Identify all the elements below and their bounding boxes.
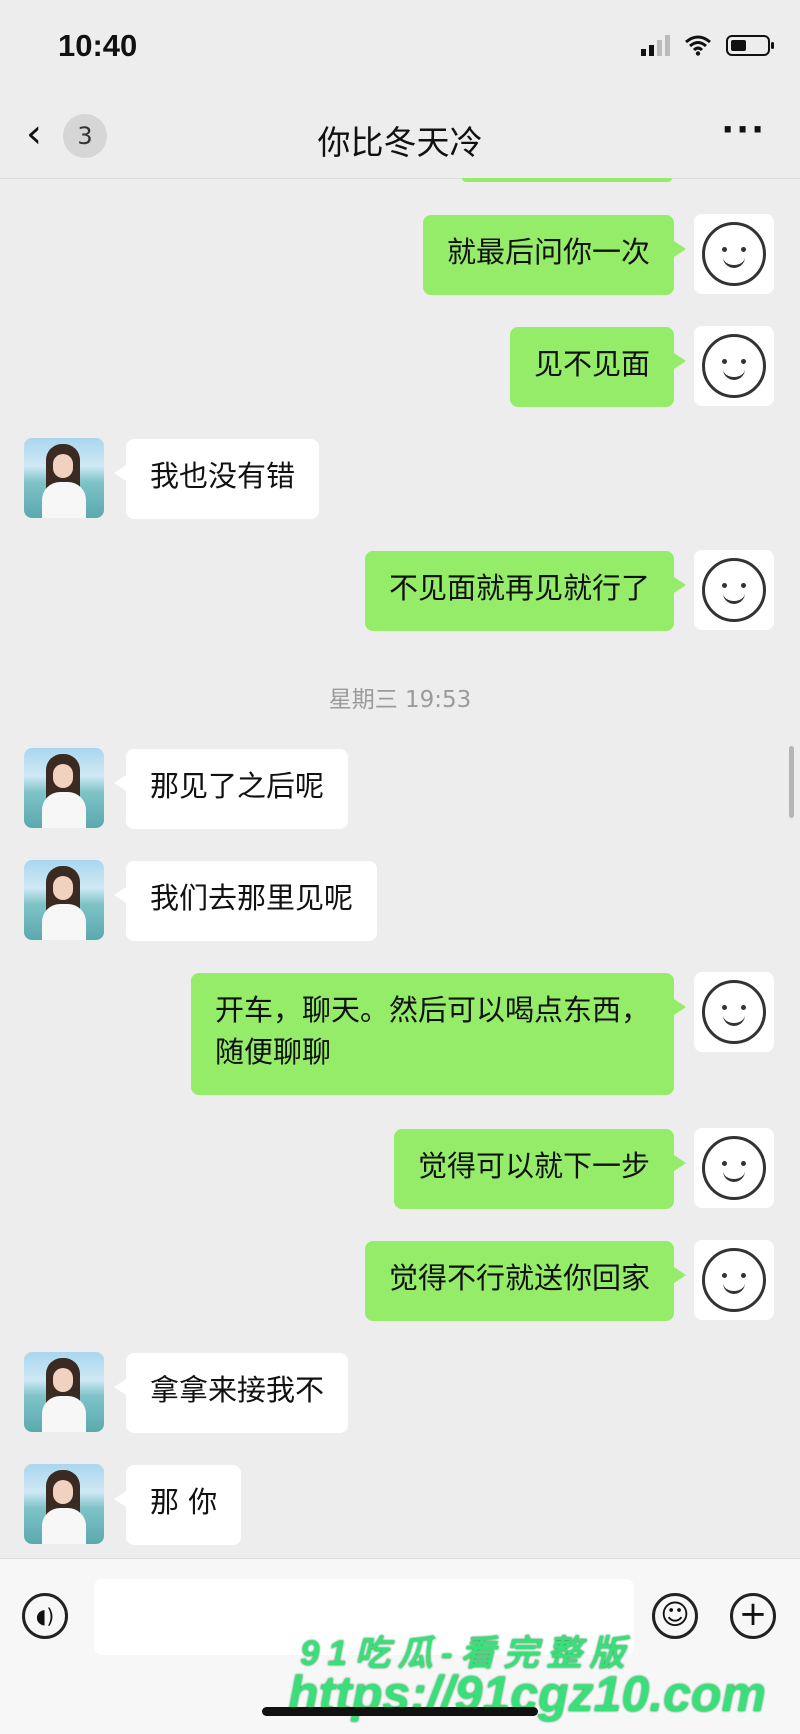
cut-off-message-bubble [462,178,672,182]
home-indicator [262,1707,538,1716]
contact-avatar[interactable] [24,748,104,828]
contact-avatar[interactable] [24,438,104,518]
timestamp-divider: 星期三 19:53 [328,687,472,713]
smiley-face-icon [702,222,766,286]
my-avatar[interactable] [694,972,774,1052]
sent-message-bubble[interactable]: 就最后问你一次 [422,215,687,295]
received-message-bubble[interactable]: 我们去那里见呢 [113,861,378,941]
smiley-face-icon [702,558,766,622]
status-bar: 10:40 [0,0,800,96]
smiley-face-icon [702,1248,766,1312]
input-bar: ◖) ☺ + 91吃瓜-看完整版 https://91cgz10.com [0,1558,800,1734]
chat-title: 你比冬天冷 [317,123,483,162]
chat-header: ‹ 3 你比冬天冷 ··· [0,96,800,179]
scrollbar[interactable] [789,746,794,818]
voice-input-icon[interactable]: ◖) [22,1593,68,1639]
smiley-face-icon [702,1136,766,1200]
more-options-icon[interactable]: ··· [721,110,766,150]
contact-avatar[interactable] [24,1352,104,1432]
contact-avatar[interactable] [24,1464,104,1544]
received-message-bubble[interactable]: 那见了之后呢 [113,749,349,829]
plus-icon[interactable]: + [730,1593,776,1639]
smiley-face-icon [702,334,766,398]
battery-icon [726,34,774,56]
emoji-icon[interactable]: ☺ [652,1593,698,1639]
sent-message-bubble[interactable]: 见不见面 [509,327,687,407]
sent-message-bubble[interactable]: 开车，聊天。然后可以喝点东西， 随便聊聊 [190,973,687,1095]
contact-avatar[interactable] [24,860,104,940]
my-avatar[interactable] [694,1240,774,1320]
my-avatar[interactable] [694,326,774,406]
message-list[interactable]: 就最后问你一次见不见面我也没有错 不见面就再见就行了 星期三 19:53 那见了之… [0,178,800,1558]
received-message-bubble[interactable]: 我也没有错 [113,439,320,519]
received-message-bubble[interactable]: 那 你 [113,1465,242,1545]
smiley-face-icon [702,980,766,1044]
received-message-bubble[interactable]: 拿拿来接我不 [113,1353,349,1433]
status-time: 10:40 [58,28,138,63]
sent-message-bubble[interactable]: 觉得可以就下一步 [393,1129,687,1209]
my-avatar[interactable] [694,214,774,294]
sent-message-bubble[interactable]: 不见面就再见就行了 [364,551,687,631]
status-icons [641,34,774,56]
wifi-icon [685,35,711,56]
sent-message-bubble[interactable]: 觉得不行就送你回家 [364,1241,687,1321]
my-avatar[interactable] [694,550,774,630]
signal-icon [641,34,670,56]
my-avatar[interactable] [694,1128,774,1208]
